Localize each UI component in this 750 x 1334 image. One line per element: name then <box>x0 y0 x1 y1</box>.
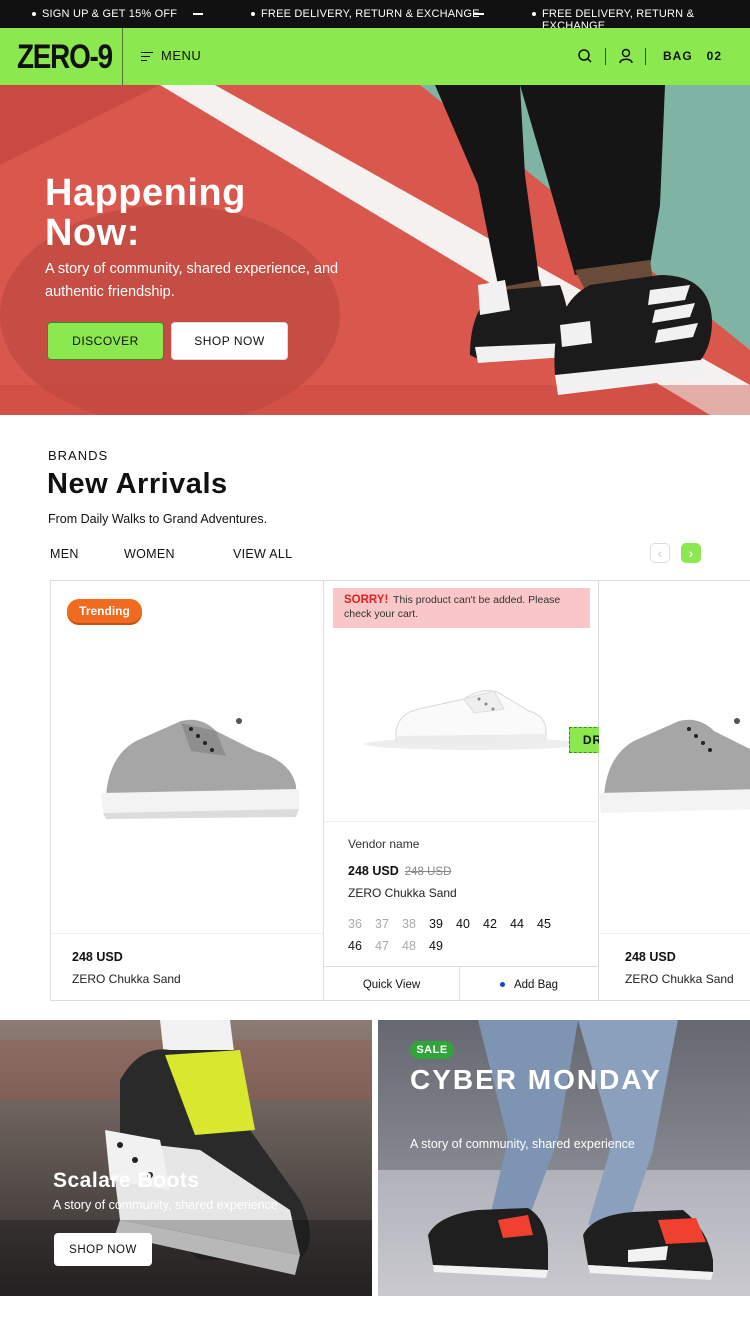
separator-dash <box>474 13 484 15</box>
filter-view-all[interactable]: VIEW ALL <box>233 547 292 561</box>
product-price: 248 USD 248 USD <box>348 864 451 878</box>
bullet-icon <box>532 12 536 16</box>
size-option[interactable]: 44 <box>510 913 537 935</box>
size-option[interactable]: 46 <box>348 935 375 957</box>
hero-banner: Happening Now: A story of community, sha… <box>0 85 750 415</box>
divider <box>324 821 599 822</box>
announcement-item[interactable]: SIGN UP & GET 15% OFF <box>42 8 177 20</box>
carousel-next-button[interactable]: › <box>681 543 701 563</box>
user-icon[interactable] <box>617 47 635 65</box>
section-subtitle: From Daily Walks to Grand Adventures. <box>48 512 268 526</box>
menu-button[interactable]: MENU <box>141 48 201 63</box>
promo-subtitle: A story of community, shared experience <box>53 1198 278 1212</box>
header-separator <box>645 48 646 65</box>
product-info: 248 USD ZERO Chukka Sand <box>51 933 323 1000</box>
add-bag-button[interactable]: Add Bag <box>460 967 598 1000</box>
current-price: 248 USD <box>348 864 399 878</box>
bag-count: 02 <box>706 49 723 63</box>
announcement-bar: SIGN UP & GET 15% OFF FREE DELIVERY, RET… <box>0 0 750 32</box>
filter-women[interactable]: WOMEN <box>124 547 175 561</box>
hero-subtitle: A story of community, shared experience,… <box>45 261 339 300</box>
discover-button[interactable]: DISCOVER <box>47 322 164 360</box>
quick-view-button[interactable]: Quick View <box>324 967 460 1000</box>
sale-badge: SALE <box>410 1041 454 1059</box>
product-price: 248 USD <box>72 950 123 964</box>
bag-label: BAG <box>663 49 693 63</box>
search-icon[interactable] <box>576 47 594 65</box>
trending-badge: Trending <box>67 599 142 623</box>
chevron-right-icon: › <box>688 545 694 561</box>
carousel-prev-button[interactable]: ‹ <box>650 543 670 563</box>
hero-title: Happening Now: <box>45 172 246 254</box>
size-option[interactable]: 39 <box>429 913 456 935</box>
product-card[interactable]: 248 USD ZERO Chukka Sand <box>599 581 750 1000</box>
product-info: 248 USD ZERO Chukka Sand <box>599 933 750 1000</box>
header-separator <box>605 48 606 65</box>
error-alert: SORRY! This product can't be added. Plea… <box>333 588 590 628</box>
size-option[interactable]: 36 <box>348 913 375 935</box>
filter-men[interactable]: MEN <box>50 547 79 561</box>
promo-title: CYBER MONDAY <box>410 1064 662 1095</box>
size-option[interactable]: 37 <box>375 913 402 935</box>
header-divider <box>122 28 123 85</box>
promo-image <box>378 1020 750 1296</box>
menu-label: MENU <box>161 48 202 63</box>
promo-tile-cyber-monday[interactable]: SALE CYBER MONDAY A story of community, … <box>378 1020 750 1296</box>
promo-tile-boots[interactable]: Scalare Boots A story of community, shar… <box>0 1020 372 1296</box>
product-price: 248 USD <box>625 950 676 964</box>
section-title: New Arrivals <box>47 468 228 500</box>
dot-icon <box>499 982 505 987</box>
vendor-name: Vendor name <box>348 837 420 851</box>
old-price: 248 USD <box>404 866 452 878</box>
chevron-left-icon: ‹ <box>657 545 663 561</box>
product-name[interactable]: ZERO Chukka Sand <box>72 972 181 986</box>
shop-now-button[interactable]: SHOP NOW <box>171 322 288 360</box>
bullet-icon <box>251 12 255 16</box>
promo-title: Scalare Boots <box>53 1169 200 1192</box>
promo-subtitle: A story of community, shared experience <box>410 1137 635 1151</box>
bag-button[interactable]: BAG 02 <box>663 49 722 63</box>
size-option[interactable]: 49 <box>429 935 456 957</box>
size-option[interactable]: 42 <box>483 913 510 935</box>
product-card-expanded[interactable]: SORRY! This product can't be added. Plea… <box>324 581 636 1000</box>
product-name[interactable]: ZERO Chukka Sand <box>625 972 734 986</box>
add-bag-label: Add Bag <box>513 978 559 991</box>
product-image[interactable] <box>599 581 750 933</box>
announcement-item[interactable]: FREE DELIVERY, RETURN & EXCHANGE <box>261 8 480 20</box>
product-image[interactable] <box>51 581 323 933</box>
separator-dash <box>193 13 203 15</box>
product-card[interactable]: Trending 248 USD ZERO Chukka Sand <box>51 581 324 1000</box>
product-carousel[interactable]: Trending 248 USD ZERO Chukka Sand SORRY!… <box>50 580 750 1001</box>
size-option[interactable]: 48 <box>402 935 429 957</box>
product-name[interactable]: ZERO Chukka Sand <box>348 886 457 900</box>
bullet-icon <box>32 12 36 16</box>
alert-title: SORRY! <box>344 594 389 606</box>
shop-now-button[interactable]: SHOP NOW <box>54 1233 152 1266</box>
brand-logo[interactable]: ZERO-9 <box>17 38 113 77</box>
size-option[interactable]: 40 <box>456 913 483 935</box>
hamburger-icon <box>141 51 153 61</box>
size-option[interactable]: 47 <box>375 935 402 957</box>
section-eyebrow: BRANDS <box>48 448 109 463</box>
card-actions: Quick View Add Bag <box>324 966 598 1000</box>
size-option[interactable]: 38 <box>402 913 429 935</box>
size-selector: 36 37 38 39 40 42 44 45 46 47 48 49 <box>348 913 588 957</box>
size-option[interactable]: 45 <box>537 913 564 935</box>
site-header: ZERO-9 MENU BAG 02 <box>0 28 750 85</box>
